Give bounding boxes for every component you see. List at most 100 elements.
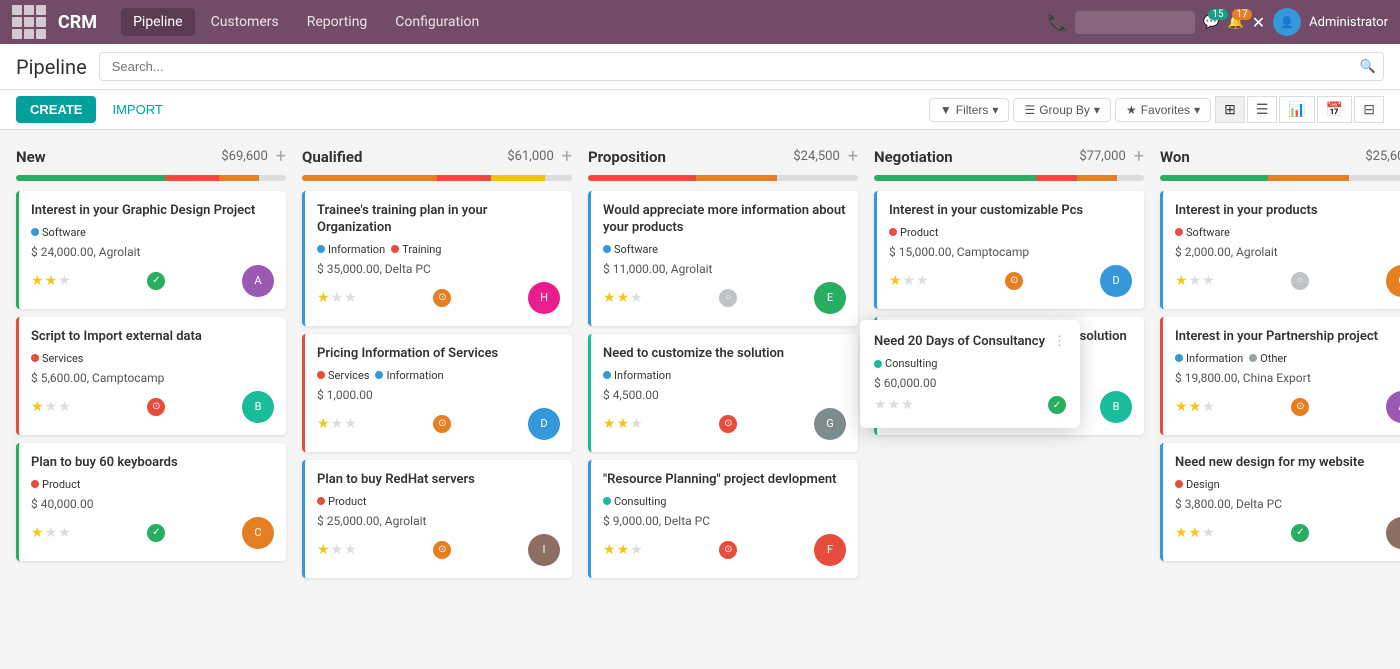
star[interactable]: ★ [344, 290, 357, 306]
kanban-card[interactable]: Plan to buy 60 keyboardsProduct$ 40,000.… [16, 443, 286, 561]
topnav-search[interactable] [1075, 11, 1195, 34]
star[interactable]: ★ [617, 542, 630, 558]
kanban-card[interactable]: Trainee's training plan in your Organiza… [302, 191, 572, 326]
star[interactable]: ★ [1189, 525, 1202, 541]
tag-dot [31, 354, 39, 362]
star[interactable]: ★ [45, 525, 58, 541]
star[interactable]: ★ [58, 525, 71, 541]
star[interactable]: ★ [630, 542, 643, 558]
filters-label: Filters [956, 103, 989, 117]
grid-view-btn[interactable]: ⊟ [1354, 96, 1384, 123]
star[interactable]: ★ [317, 290, 330, 306]
favorites-button[interactable]: ★ Favorites ▾ [1115, 98, 1211, 122]
col-progress-new [16, 175, 286, 181]
star[interactable]: ★ [617, 290, 630, 306]
col-title-qualified: Qualified [302, 148, 362, 166]
list-view-btn[interactable]: ☰ [1247, 96, 1278, 123]
star[interactable]: ★ [916, 273, 929, 289]
star[interactable]: ★ [31, 525, 44, 541]
kanban-view-btn[interactable]: ⊞ [1215, 96, 1245, 123]
star[interactable]: ★ [31, 399, 44, 415]
filters-button[interactable]: ▼ Filters ▾ [929, 98, 1010, 122]
subheader: Pipeline 🔍 [0, 44, 1400, 90]
col-add-btn-negotiation[interactable]: + [1134, 146, 1144, 167]
search-input[interactable] [99, 52, 1384, 81]
card-avatar: C [242, 517, 274, 549]
kanban-card[interactable]: Script to Import external dataServices$ … [16, 317, 286, 435]
kanban-card[interactable]: Need new design for my websiteDesign$ 3,… [1160, 443, 1400, 561]
star[interactable]: ★ [1202, 399, 1215, 415]
star[interactable]: ★ [317, 416, 330, 432]
progress-segment [545, 175, 572, 181]
star[interactable]: ★ [889, 273, 902, 289]
tag-label: Software [42, 226, 86, 239]
star[interactable]: ★ [1175, 399, 1188, 415]
kanban-card[interactable]: Pricing Information of ServicesServicesI… [302, 334, 572, 452]
kanban-card[interactable]: Need to customize the solutionInformatio… [588, 334, 858, 452]
kanban-card[interactable]: Interest in your Partnership projectInfo… [1160, 317, 1400, 435]
star[interactable]: ★ [58, 273, 71, 289]
kanban-card[interactable]: Interest in your productsSoftware$ 2,000… [1160, 191, 1400, 309]
nav-configuration[interactable]: Configuration [383, 8, 491, 36]
messages-btn[interactable]: 💬 15 [1203, 15, 1219, 30]
col-amount-qualified: $61,000 [507, 149, 553, 164]
star[interactable]: ★ [603, 542, 616, 558]
star[interactable]: ★ [617, 416, 630, 432]
kanban-card[interactable]: Plan to buy RedHat serversProduct$ 25,00… [302, 460, 572, 578]
tag-dot [889, 228, 897, 236]
card-stars: ★★★ [603, 290, 643, 306]
nav-reporting[interactable]: Reporting [295, 8, 380, 36]
col-add-btn-proposition[interactable]: + [848, 146, 858, 167]
card-avatar: E [814, 282, 846, 314]
kanban-card[interactable]: Interest in your Graphic Design ProjectS… [16, 191, 286, 309]
kanban-card[interactable]: "Resource Planning" project devlopmentCo… [588, 460, 858, 578]
card-tags: Services [31, 352, 274, 365]
tag-label: Software [1186, 226, 1230, 239]
tooltip-more-icon[interactable]: ⋮ [1053, 334, 1066, 349]
star[interactable]: ★ [344, 542, 357, 558]
apps-grid-icon[interactable] [12, 5, 46, 39]
star[interactable]: ★ [630, 416, 643, 432]
star[interactable]: ★ [603, 416, 616, 432]
import-button[interactable]: IMPORT [104, 96, 170, 123]
star[interactable]: ★ [45, 399, 58, 415]
col-header-negotiation: Negotiation$77,000+ [874, 146, 1144, 167]
nav-customers[interactable]: Customers [199, 8, 291, 36]
star[interactable]: ★ [630, 290, 643, 306]
star[interactable]: ★ [903, 273, 916, 289]
star[interactable]: ★ [1202, 525, 1215, 541]
star[interactable]: ★ [317, 542, 330, 558]
card-stars: ★★★ [889, 273, 929, 289]
col-progress-qualified [302, 175, 572, 181]
user-avatar[interactable]: 👤 [1273, 8, 1301, 36]
star[interactable]: ★ [31, 273, 44, 289]
kanban-card[interactable]: Interest in your customizable PcsProduct… [874, 191, 1144, 309]
star[interactable]: ★ [58, 399, 71, 415]
star[interactable]: ★ [45, 273, 58, 289]
star[interactable]: ★ [1189, 273, 1202, 289]
tag-label: Software [614, 243, 658, 256]
star[interactable]: ★ [1175, 273, 1188, 289]
star[interactable]: ★ [344, 416, 357, 432]
close-icon[interactable]: ✕ [1252, 13, 1265, 32]
calendar-view-btn[interactable]: 📅 [1317, 96, 1352, 123]
star[interactable]: ★ [1175, 525, 1188, 541]
alerts-btn[interactable]: 🔔 17 [1228, 15, 1244, 30]
star[interactable]: ★ [331, 416, 344, 432]
user-name: Administrator [1309, 15, 1388, 30]
group-by-button[interactable]: ☰ Group By ▾ [1013, 98, 1111, 122]
star[interactable]: ★ [331, 542, 344, 558]
star-icon: ★ [1126, 103, 1137, 117]
card-stars: ★★★ [603, 542, 643, 558]
nav-pipeline[interactable]: Pipeline [121, 8, 195, 36]
col-add-btn-new[interactable]: + [276, 146, 286, 167]
col-add-btn-qualified[interactable]: + [562, 146, 572, 167]
create-button[interactable]: CREATE [16, 96, 96, 123]
star[interactable]: ★ [331, 290, 344, 306]
phone-icon[interactable]: 📞 [1047, 13, 1067, 32]
star[interactable]: ★ [1189, 399, 1202, 415]
star[interactable]: ★ [1202, 273, 1215, 289]
star[interactable]: ★ [603, 290, 616, 306]
kanban-card[interactable]: Would appreciate more information about … [588, 191, 858, 326]
chart-view-btn[interactable]: 📊 [1279, 96, 1314, 123]
